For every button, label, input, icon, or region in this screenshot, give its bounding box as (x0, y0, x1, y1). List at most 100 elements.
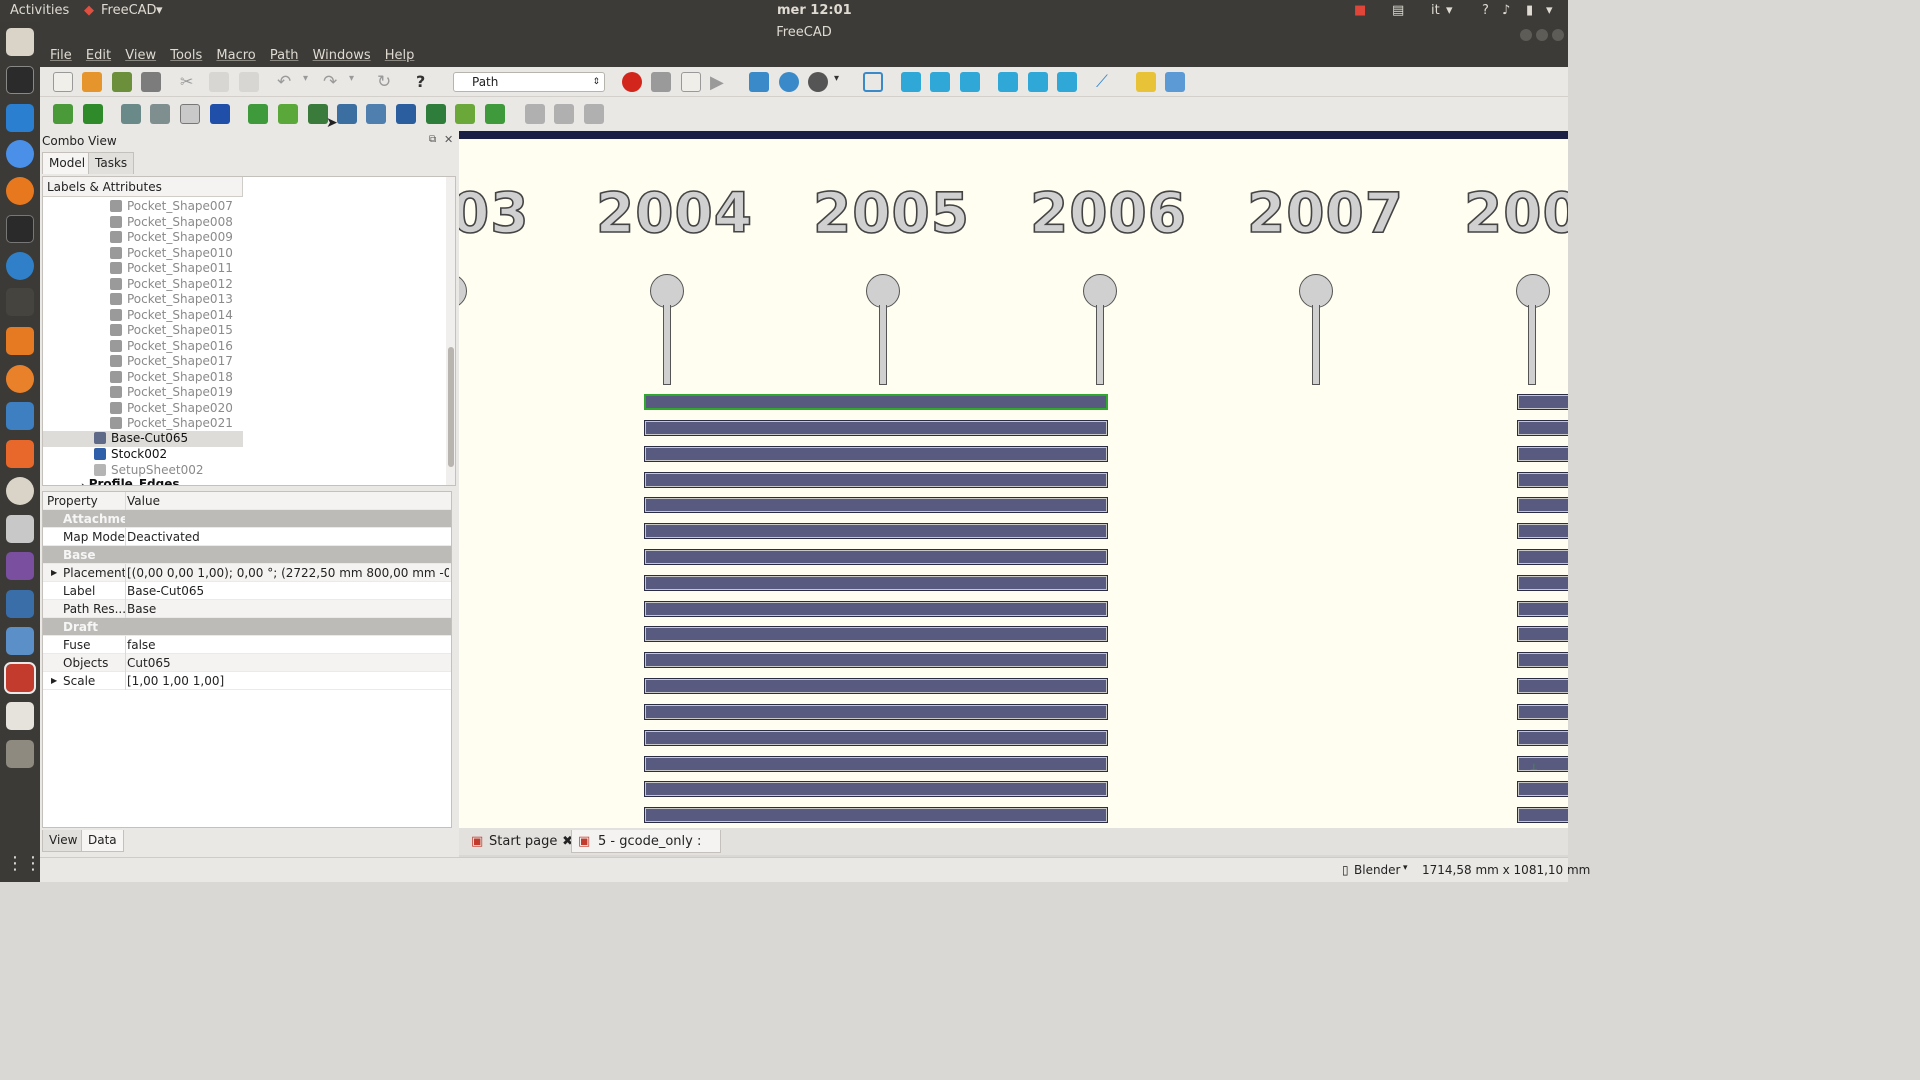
bar[interactable] (644, 549, 1108, 565)
freecad-icon[interactable] (4, 662, 36, 694)
surface-icon[interactable] (584, 104, 604, 124)
settings-icon[interactable] (6, 477, 34, 505)
activities-button[interactable]: Activities (10, 3, 69, 18)
tab-data[interactable]: Data (81, 830, 124, 852)
bar[interactable] (644, 626, 1108, 642)
firefox-icon[interactable] (6, 177, 34, 205)
maximize-icon[interactable] (1536, 29, 1548, 41)
rear-view-icon[interactable] (998, 72, 1018, 92)
tree-item[interactable]: Pocket_Shape011 (110, 261, 233, 277)
tree-item[interactable]: Pocket_Shape007 (110, 199, 233, 215)
tree-item[interactable]: Pocket_Shape014 (110, 308, 233, 324)
save-icon[interactable] (112, 72, 132, 92)
tree-item[interactable]: Pocket_Shape016 (110, 339, 233, 355)
undo-icon[interactable]: ↶ (277, 72, 297, 92)
property-row[interactable]: Label Base-Cut065 (43, 582, 451, 600)
menu-help[interactable]: Help (385, 44, 415, 67)
workbench-selector[interactable]: Path ⇕ (453, 72, 605, 92)
bar[interactable] (1517, 601, 1568, 617)
bar[interactable] (1517, 523, 1568, 539)
tree-item[interactable]: Pocket_Shape008 (110, 215, 233, 231)
expand-arrow-icon[interactable]: ▶ (51, 672, 57, 690)
bar[interactable] (644, 523, 1108, 539)
bar[interactable] (644, 446, 1108, 462)
array-icon[interactable] (180, 104, 200, 124)
chevron-down-icon[interactable]: ▾ (834, 73, 854, 93)
post-process-icon[interactable] (83, 104, 103, 124)
bar[interactable] (644, 807, 1108, 823)
chevron-down-icon[interactable]: ▾ (156, 3, 163, 18)
tree-item[interactable]: SetupSheet002 (94, 463, 204, 479)
bar[interactable] (644, 575, 1108, 591)
fit-selection-icon[interactable] (779, 72, 799, 92)
expand-arrow-icon[interactable]: ▶ (51, 564, 57, 582)
virtualbox-icon[interactable] (6, 627, 34, 655)
tree-item[interactable]: Pocket_Shape012 (110, 277, 233, 293)
camera-app-icon[interactable] (6, 515, 34, 543)
bar[interactable] (1517, 756, 1568, 772)
stop-macro-icon[interactable] (651, 72, 671, 92)
copy-icon[interactable] (209, 72, 229, 92)
bar[interactable] (644, 652, 1108, 668)
bar[interactable] (644, 420, 1108, 436)
menu-path[interactable]: Path (270, 44, 299, 67)
tree-item[interactable]: › Profile_Edges (81, 477, 179, 485)
editor-icon[interactable] (6, 252, 34, 280)
bar[interactable] (1517, 704, 1568, 720)
bar[interactable] (644, 497, 1108, 513)
bar[interactable] (1517, 394, 1568, 410)
tab-gcode-only[interactable]: ▣ 5 - gcode_only : 1* ✖ (571, 830, 721, 872)
run-macro-icon[interactable]: ▶ (710, 72, 730, 93)
float-panel-icon[interactable]: ⧉ (429, 134, 436, 145)
open-folder-icon[interactable] (82, 72, 102, 92)
bar[interactable] (1517, 781, 1568, 797)
fit-all-icon[interactable] (749, 72, 769, 92)
property-row[interactable]: Path Res... Base (43, 600, 451, 618)
helix-icon[interactable] (366, 104, 386, 124)
tool-library-icon[interactable] (150, 104, 170, 124)
drilling-icon[interactable] (426, 104, 446, 124)
tree-item[interactable]: Pocket_Shape009 (110, 230, 233, 246)
property-row[interactable]: Map Mode Deactivated (43, 528, 451, 546)
network-icon[interactable] (6, 590, 34, 618)
refresh-icon[interactable]: ↻ (377, 72, 397, 92)
chevron-down-icon[interactable]: ▾ (303, 73, 323, 93)
shape-icon[interactable] (525, 104, 545, 124)
bar[interactable] (1517, 472, 1568, 488)
adaptive-icon[interactable] (396, 104, 416, 124)
tree-scrollbar[interactable] (446, 177, 455, 485)
tree-item[interactable]: Stock002 (94, 447, 167, 463)
app-icon[interactable] (6, 402, 34, 430)
navigation-style[interactable]: Blender (1354, 863, 1401, 877)
tree-item[interactable]: Pocket_Shape013 (110, 292, 233, 308)
tree-item[interactable]: Pocket_Shape010 (110, 246, 233, 262)
clock[interactable]: mer 12:01 (777, 3, 852, 18)
tree-item[interactable]: Pocket_Shape021 (110, 416, 233, 432)
selected-bar[interactable] (644, 394, 1108, 410)
menu-macro[interactable]: Macro (216, 44, 255, 67)
tree-item[interactable]: Pocket_Shape019 (110, 385, 233, 401)
inkscape-icon[interactable] (6, 66, 34, 94)
menu-file[interactable]: File (50, 44, 72, 67)
text-editor-icon[interactable] (6, 702, 34, 730)
property-row[interactable]: Fuse false (43, 636, 451, 654)
chromium-icon[interactable] (6, 140, 34, 168)
menu-tools[interactable]: Tools (170, 44, 202, 67)
video-editor-icon[interactable] (6, 740, 34, 768)
tree-item[interactable]: Pocket_Shape017 (110, 354, 233, 370)
edit-macro-icon[interactable] (681, 72, 701, 92)
bar[interactable] (1517, 678, 1568, 694)
bar[interactable] (1517, 549, 1568, 565)
group-folder-icon[interactable] (1165, 72, 1185, 92)
close-panel-icon[interactable]: ✕ (444, 133, 453, 146)
bar[interactable] (644, 756, 1108, 772)
sanity-icon[interactable] (121, 104, 141, 124)
redo-icon[interactable]: ↷ (323, 72, 343, 92)
tab-model[interactable]: Model (42, 152, 93, 174)
property-row[interactable]: ▶ Scale [1,00 1,00 1,00] (43, 672, 451, 690)
model-tree[interactable]: Labels & Attributes Pocket_Shape007 Pock… (42, 176, 456, 486)
menu-edit[interactable]: Edit (86, 44, 111, 67)
menu-view[interactable]: View (125, 44, 156, 67)
bar[interactable] (1517, 807, 1568, 823)
diagram-icon[interactable] (6, 327, 34, 355)
